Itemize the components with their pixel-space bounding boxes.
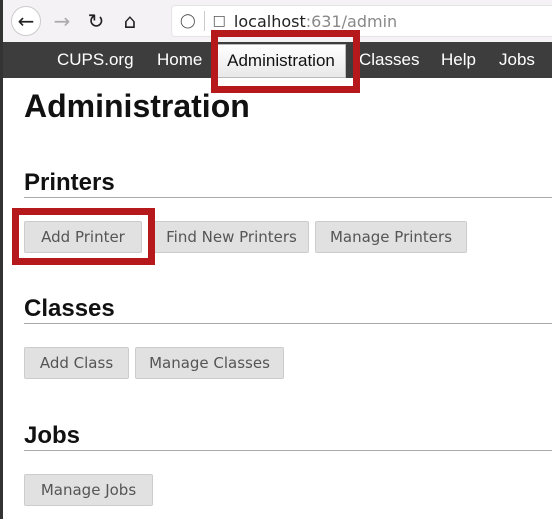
manage-classes-button[interactable]: Manage Classes [135, 347, 284, 379]
url-host: localhost [233, 11, 306, 31]
nav-help[interactable]: Help [441, 42, 476, 78]
reload-icon[interactable]: ↻ [81, 6, 111, 36]
divider [24, 323, 552, 324]
shield-icon[interactable]: ◯ [180, 13, 196, 29]
divider [24, 197, 552, 198]
section-title-classes: Classes [24, 295, 115, 322]
nav-home[interactable]: Home [157, 42, 202, 78]
nav-jobs[interactable]: Jobs [499, 42, 535, 78]
url-path: :631/admin [305, 11, 398, 31]
nav-classes[interactable]: Classes [359, 42, 419, 78]
divider [24, 450, 552, 451]
add-class-button[interactable]: Add Class [24, 347, 129, 379]
section-title-printers: Printers [24, 169, 115, 196]
forward-icon[interactable]: → [47, 6, 77, 36]
manage-jobs-button[interactable]: Manage Jobs [24, 474, 153, 506]
manage-printers-button[interactable]: Manage Printers [315, 221, 467, 253]
highlight-box-administration [211, 30, 360, 93]
highlight-box-add-printer [12, 208, 155, 265]
back-icon[interactable]: ← [11, 6, 41, 36]
section-title-jobs: Jobs [24, 422, 81, 449]
nav-cups-org[interactable]: CUPS.org [57, 42, 134, 78]
divider [203, 11, 205, 31]
page-title: Administration [24, 88, 250, 124]
home-icon[interactable]: ⌂ [115, 6, 145, 36]
page-icon: □ [212, 13, 226, 29]
find-new-printers-button[interactable]: Find New Printers [154, 221, 309, 253]
